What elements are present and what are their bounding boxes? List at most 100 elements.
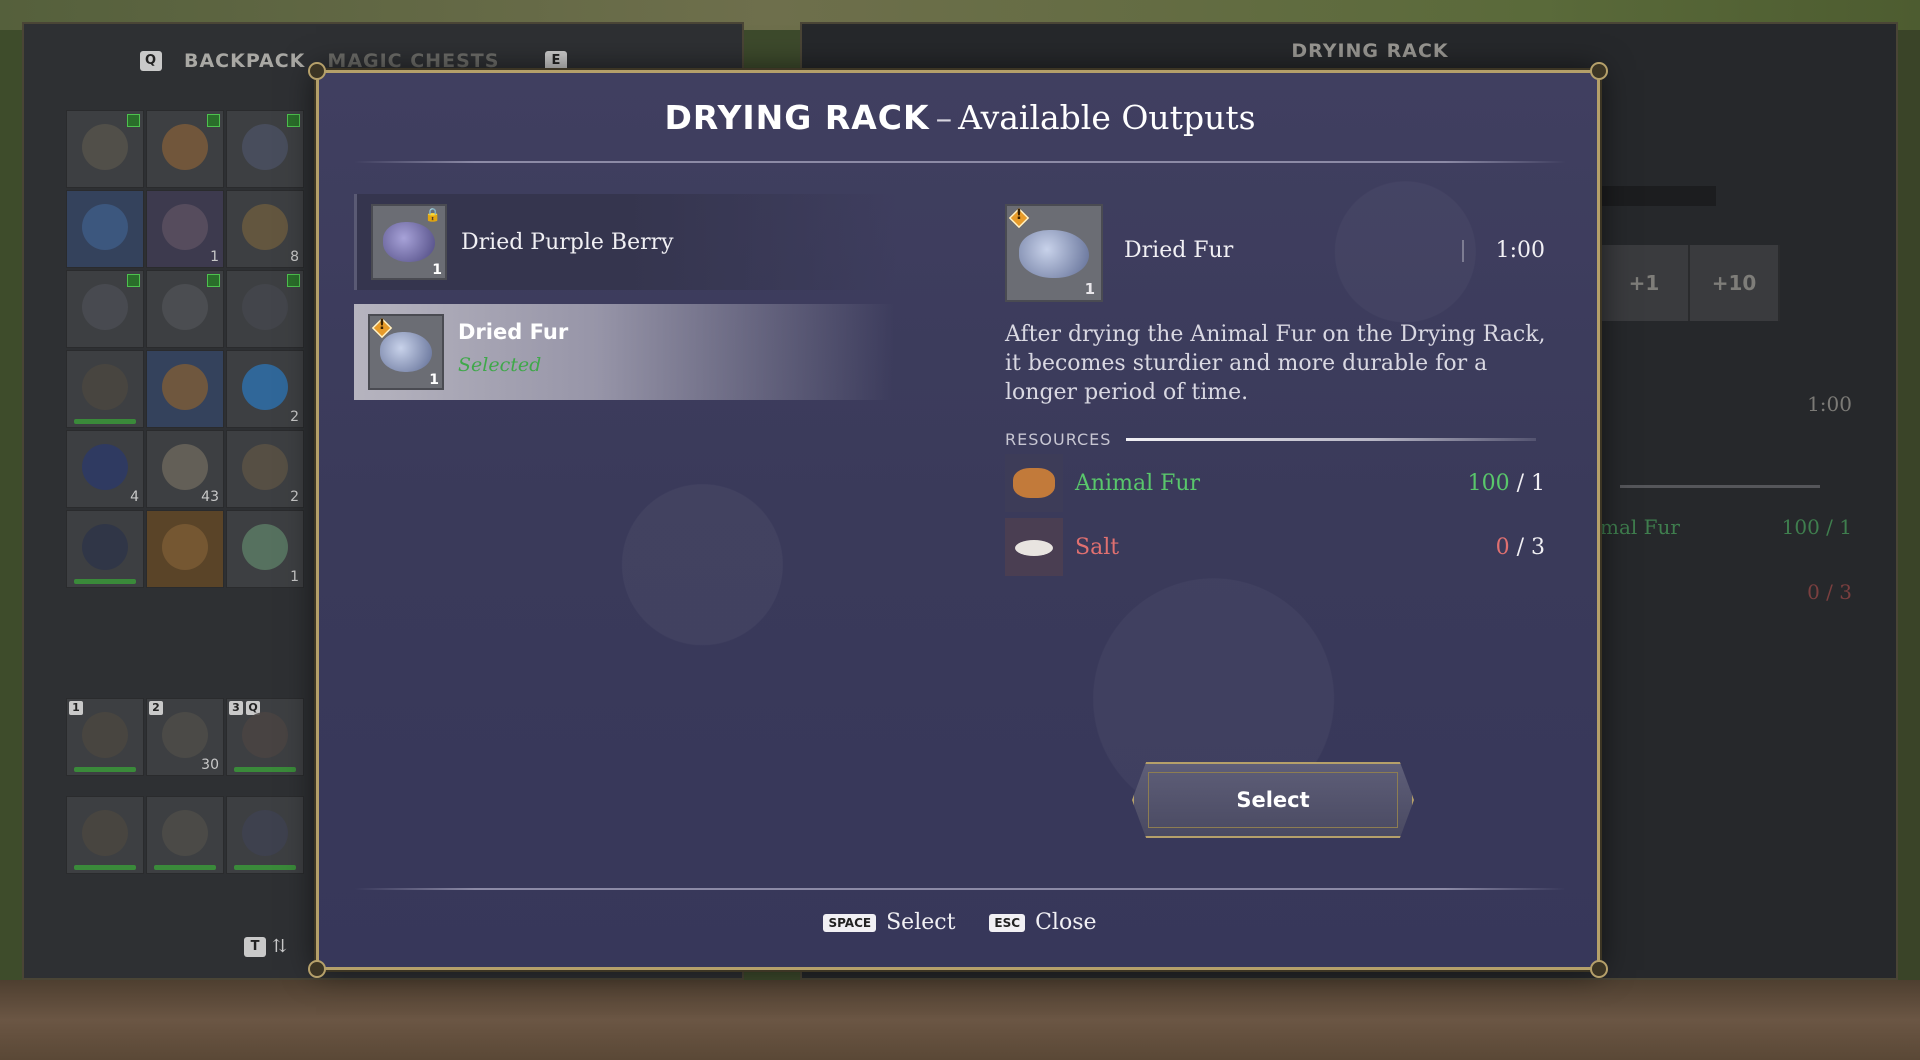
- gloves-icon: [162, 284, 208, 330]
- sort-control[interactable]: T ⇅: [244, 936, 287, 957]
- select-button[interactable]: Select: [1132, 762, 1414, 838]
- tool-slot[interactable]: [146, 796, 224, 874]
- slot-count: 8: [290, 249, 299, 265]
- coin-icon: [162, 444, 208, 490]
- equipped-marker: [207, 274, 220, 287]
- detail-item-name: Dried Fur: [1124, 238, 1234, 263]
- hotbar-slot[interactable]: 1: [66, 698, 144, 776]
- increment-one-button[interactable]: +1: [1600, 245, 1690, 321]
- durability-bar: [74, 579, 136, 584]
- corner-ornament: [1590, 960, 1608, 978]
- inventory-slot[interactable]: 1: [226, 510, 304, 588]
- slot-count: 4: [130, 489, 139, 505]
- output-item-name: Dried Fur: [458, 320, 569, 344]
- lock-icon: 🔒: [424, 208, 441, 223]
- bow-icon: [242, 712, 288, 758]
- tool-slot[interactable]: [226, 796, 304, 874]
- inventory-slot[interactable]: 4: [66, 430, 144, 508]
- inventory-slot[interactable]: 43: [146, 430, 224, 508]
- spear-icon: [162, 712, 208, 758]
- hotbar-slot[interactable]: 2 30: [146, 698, 224, 776]
- hotbar-slot[interactable]: 3Q: [226, 698, 304, 776]
- durability-bar: [234, 865, 296, 870]
- equipped-marker: [287, 274, 300, 287]
- hint-label: Close: [1035, 910, 1097, 935]
- slot-count: 1: [210, 249, 219, 265]
- inventory-slot[interactable]: [66, 350, 144, 428]
- resource-row-animal-fur: Animal Fur 100 / 1: [1005, 454, 1545, 512]
- crystal-icon: [162, 204, 208, 250]
- detail-separator: [1462, 240, 1464, 262]
- tab-backpack[interactable]: BACKPACK: [184, 50, 305, 72]
- key-hints: SPACE Select ESC Close: [0, 910, 1920, 935]
- world-background-left: [0, 30, 22, 980]
- pickaxe-icon: [82, 364, 128, 410]
- resource-have: 100: [1467, 470, 1510, 496]
- corner-ornament: [308, 960, 326, 978]
- output-item-dried-purple-berry[interactable]: 🔒 1 Dried Purple Berry: [354, 194, 897, 290]
- warning-mark: !: [378, 317, 386, 333]
- eggs-icon: [242, 524, 288, 570]
- inventory-slot[interactable]: 2: [226, 430, 304, 508]
- output-item-dried-fur[interactable]: ! 1 Dried Fur Selected: [354, 304, 894, 400]
- rack-resource-row: mal Fur 100 / 1: [1600, 515, 1852, 539]
- tab-magic-chests[interactable]: MAGIC CHESTS: [327, 50, 499, 72]
- hotbar: 1 2 30 3Q: [66, 698, 304, 776]
- magic-orb-icon: [242, 364, 288, 410]
- item-quantity: 1: [1084, 280, 1095, 298]
- corner-ornament: [308, 62, 326, 80]
- detail-description: After drying the Animal Fur on the Dryin…: [1005, 322, 1546, 405]
- rack-quantity-steps: +1 +10: [1600, 245, 1780, 321]
- axe-icon: [162, 810, 208, 856]
- slot-count: 2: [290, 489, 299, 505]
- world-background-bottom: [0, 980, 1920, 1060]
- slot-count: 1: [290, 569, 299, 585]
- inventory-slot[interactable]: [66, 190, 144, 268]
- pickaxe-icon: [82, 712, 128, 758]
- resource-name: Animal Fur: [1075, 470, 1201, 496]
- inventory-slot[interactable]: [146, 270, 224, 348]
- inventory-slot[interactable]: [66, 510, 144, 588]
- hide-icon: [242, 444, 288, 490]
- modal-title: DRYING RACK – Available Outputs: [0, 98, 1920, 137]
- rack-panel-title: DRYING RACK: [1291, 40, 1449, 62]
- durability-bar: [234, 767, 296, 772]
- detail-item-icon: ! 1: [1005, 204, 1103, 302]
- resources-label: RESOURCES: [1005, 430, 1112, 449]
- inventory-slot[interactable]: [226, 270, 304, 348]
- rack-resource-name: mal Fur: [1600, 515, 1680, 539]
- hotbar-number: 3: [229, 701, 243, 715]
- pickaxe-icon: [82, 810, 128, 856]
- glider-icon: [162, 524, 208, 570]
- sort-icon: ⇅: [272, 936, 288, 957]
- modal-title-bold: DRYING RACK: [664, 98, 930, 137]
- chest-armor-icon: [82, 284, 128, 330]
- select-button-frame: [1148, 772, 1398, 828]
- modal-title-rest: Available Outputs: [958, 98, 1256, 137]
- increment-ten-button[interactable]: +10: [1690, 245, 1780, 321]
- sort-key: T: [244, 936, 266, 957]
- inventory-slot[interactable]: 1: [146, 190, 224, 268]
- hammer-icon: [162, 364, 208, 410]
- inventory-slot[interactable]: [66, 270, 144, 348]
- fur-icon: [1019, 230, 1089, 278]
- resource-icon-frame: [1005, 454, 1063, 512]
- hint-close[interactable]: ESC Close: [989, 910, 1097, 935]
- hotbar-number: 1: [69, 701, 83, 715]
- staff-icon: [82, 204, 128, 250]
- resource-quantity: 0 / 3: [1495, 534, 1545, 560]
- leggings-icon: [242, 284, 288, 330]
- grappling-hook-icon: [242, 810, 288, 856]
- output-item-name: Dried Purple Berry: [461, 229, 674, 255]
- tool-slot[interactable]: [66, 796, 144, 874]
- footer-divider: [354, 888, 1566, 890]
- mace-icon: [82, 524, 128, 570]
- inventory-slot[interactable]: [146, 350, 224, 428]
- inventory-slot[interactable]: 8: [226, 190, 304, 268]
- inventory-slot[interactable]: 2: [226, 350, 304, 428]
- resource-row-salt: Salt 0 / 3: [1005, 518, 1545, 576]
- slot-count: 30: [201, 757, 219, 773]
- equipped-marker: [127, 274, 140, 287]
- hint-select[interactable]: SPACE Select: [823, 910, 955, 935]
- inventory-slot[interactable]: [146, 510, 224, 588]
